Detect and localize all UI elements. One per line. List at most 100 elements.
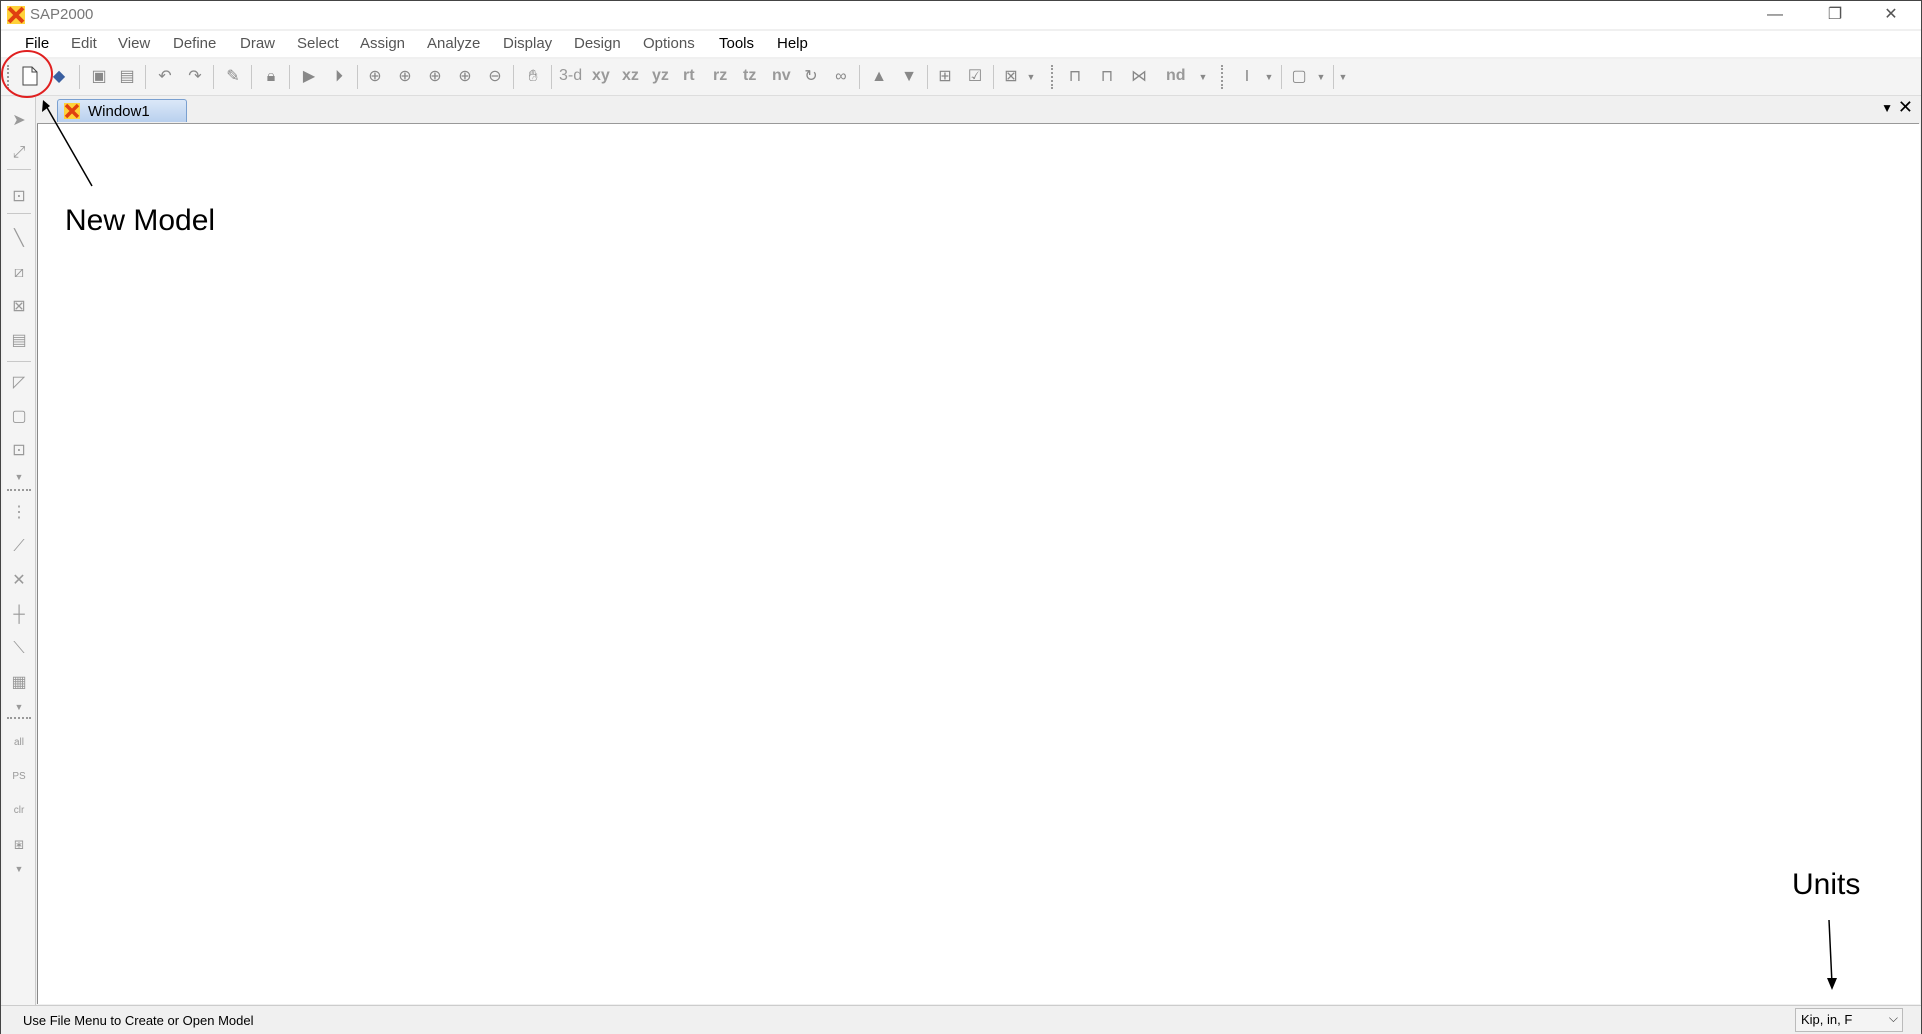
- menu-options[interactable]: Options: [643, 35, 695, 52]
- quick-draw-area-icon[interactable]: ⊡: [7, 439, 31, 463]
- portal-frame-icon[interactable]: ⊓: [1095, 66, 1119, 88]
- quick-draw-secondary-icon[interactable]: ▤: [7, 329, 31, 353]
- close-icon[interactable]: ✕: [1898, 97, 1913, 118]
- draw-special-joint-icon[interactable]: ┼: [7, 603, 31, 627]
- snap-icon[interactable]: ⧆: [7, 833, 31, 857]
- perspective-icon[interactable]: ∞: [829, 66, 853, 88]
- draw-tendon-icon[interactable]: ✕: [7, 569, 31, 593]
- chevron-down-icon[interactable]: ▼: [1315, 66, 1327, 88]
- truss-icon[interactable]: ⋈: [1127, 66, 1151, 88]
- draw-cable-icon[interactable]: ⟋: [7, 535, 31, 559]
- draw-joint-icon[interactable]: ⊡: [7, 185, 31, 209]
- chevron-down-icon[interactable]: ▼: [7, 701, 31, 713]
- open-icon[interactable]: ◆: [47, 66, 71, 88]
- minimize-button[interactable]: —: [1747, 1, 1803, 29]
- left-toolbar: ➤ ⤢ ⊡ ╲ ⧄ ⊠ ▤ ◸ ▢ ⊡ ▼ ⋮ ⟋ ✕ ┼ ⟍ ▦ ▼ all …: [3, 97, 36, 1007]
- toolbar-grip[interactable]: [1051, 65, 1055, 89]
- lock-icon[interactable]: 🔒︎: [259, 66, 283, 88]
- zoom-in-icon[interactable]: ⊕: [453, 66, 477, 88]
- check-icon[interactable]: ☑: [963, 66, 987, 88]
- draw-solid-icon[interactable]: ▦: [7, 671, 31, 695]
- tab-window1[interactable]: Window1: [57, 99, 187, 122]
- chevron-down-icon[interactable]: ▼: [1025, 66, 1037, 88]
- rotate-icon[interactable]: ↻: [799, 66, 823, 88]
- select-all-icon[interactable]: all: [7, 731, 31, 755]
- title-bar: SAP2000 — ❐ ✕: [1, 1, 1921, 29]
- zoom-out-icon[interactable]: ⊖: [483, 66, 507, 88]
- toolbar-grip[interactable]: [7, 489, 31, 492]
- tab-list-dropdown-icon[interactable]: ▼: [1881, 101, 1893, 115]
- view-xz-button[interactable]: xz: [622, 67, 639, 85]
- pointer-icon[interactable]: ➤: [7, 109, 31, 133]
- menu-help[interactable]: Help: [777, 35, 808, 52]
- pan-icon[interactable]: ✋︎: [521, 66, 545, 88]
- chevron-down-icon[interactable]: ▼: [1337, 66, 1349, 88]
- toolbar-separator: [551, 65, 552, 89]
- view-3d-button[interactable]: 3-d: [559, 67, 582, 85]
- view-tz-button[interactable]: tz: [743, 67, 756, 85]
- menu-assign[interactable]: Assign: [360, 35, 405, 52]
- down-icon[interactable]: ▼: [897, 66, 921, 88]
- zoom-restore-icon[interactable]: ⊕: [393, 66, 417, 88]
- view-yz-button[interactable]: yz: [652, 67, 669, 85]
- display-options-icon[interactable]: ⊠: [999, 66, 1023, 88]
- text-cursor-icon[interactable]: I: [1235, 66, 1259, 88]
- draw-frame-icon[interactable]: ╲: [7, 227, 31, 251]
- object-shrink-icon[interactable]: ⊞: [933, 66, 957, 88]
- document-tab-strip: Window1 ▼ ✕: [37, 97, 1919, 124]
- zoom-rubber-icon[interactable]: ⊕: [363, 66, 387, 88]
- chevron-down-icon[interactable]: ▼: [1263, 66, 1275, 88]
- menu-design[interactable]: Design: [574, 35, 621, 52]
- restore-button[interactable]: ❐: [1807, 1, 1863, 29]
- clear-select-icon[interactable]: clr: [7, 799, 31, 823]
- draw-poly-area-icon[interactable]: ◸: [7, 371, 31, 395]
- reshaper-icon[interactable]: ⤢: [7, 141, 31, 165]
- view-nv-button[interactable]: nv: [772, 67, 791, 85]
- shading-icon[interactable]: ▢: [1287, 66, 1311, 88]
- close-button[interactable]: ✕: [1863, 1, 1919, 29]
- menu-analyze[interactable]: Analyze: [427, 35, 480, 52]
- print-icon[interactable]: ▤: [115, 66, 139, 88]
- up-icon[interactable]: ▲: [867, 66, 891, 88]
- view-nd-button[interactable]: nd: [1166, 67, 1186, 85]
- chevron-down-icon[interactable]: ▼: [1197, 66, 1209, 88]
- draw-rect-area-icon[interactable]: ▢: [7, 405, 31, 429]
- frame-icon[interactable]: ⊓: [1063, 66, 1087, 88]
- redo-icon[interactable]: ↷: [183, 66, 207, 88]
- new-model-annotation: New Model: [65, 204, 216, 237]
- chevron-down-icon[interactable]: ▼: [7, 863, 31, 875]
- quick-draw-brace-icon[interactable]: ⊠: [7, 295, 31, 319]
- undo-icon[interactable]: ↶: [153, 66, 177, 88]
- toolbar-separator: [513, 65, 514, 89]
- view-rt-button[interactable]: rt: [683, 67, 695, 85]
- units-dropdown[interactable]: Kip, in, F ⌵: [1795, 1008, 1903, 1032]
- menu-define[interactable]: Define: [173, 35, 216, 52]
- draw-section-cut-icon[interactable]: ⟍: [7, 637, 31, 661]
- toolbar-grip[interactable]: [1221, 65, 1225, 89]
- run-icon[interactable]: ▶: [297, 66, 321, 88]
- toolbar-grip[interactable]: [7, 717, 31, 720]
- draw-link-icon[interactable]: ⋮: [7, 501, 31, 525]
- quick-draw-frame-icon[interactable]: ⧄: [7, 261, 31, 285]
- run-step-icon[interactable]: ⏵: [327, 66, 351, 88]
- menu-tools[interactable]: Tools: [719, 35, 754, 52]
- save-icon[interactable]: ▣: [87, 66, 111, 88]
- model-workspace[interactable]: [37, 124, 1920, 1004]
- pencil-icon[interactable]: ✎: [221, 66, 245, 88]
- previous-select-icon[interactable]: PS: [7, 765, 31, 789]
- view-xy-button[interactable]: xy: [592, 67, 610, 85]
- new-model-icon[interactable]: [18, 66, 42, 88]
- zoom-previous-icon[interactable]: ⊕: [423, 66, 447, 88]
- menu-display[interactable]: Display: [503, 35, 552, 52]
- view-rz-button[interactable]: rz: [713, 67, 727, 85]
- units-value: Kip, in, F: [1801, 1012, 1853, 1027]
- menu-draw[interactable]: Draw: [240, 35, 275, 52]
- menu-select[interactable]: Select: [297, 35, 339, 52]
- toolbar-grip[interactable]: [7, 65, 11, 89]
- menu-view[interactable]: View: [118, 35, 150, 52]
- menu-bar: File Edit View Define Draw Select Assign…: [1, 31, 1921, 57]
- app-window: SAP2000 — ❐ ✕ File Edit View Define Draw…: [0, 0, 1922, 1034]
- chevron-down-icon[interactable]: ▼: [7, 471, 31, 483]
- menu-edit[interactable]: Edit: [71, 35, 97, 52]
- menu-file[interactable]: File: [25, 35, 49, 52]
